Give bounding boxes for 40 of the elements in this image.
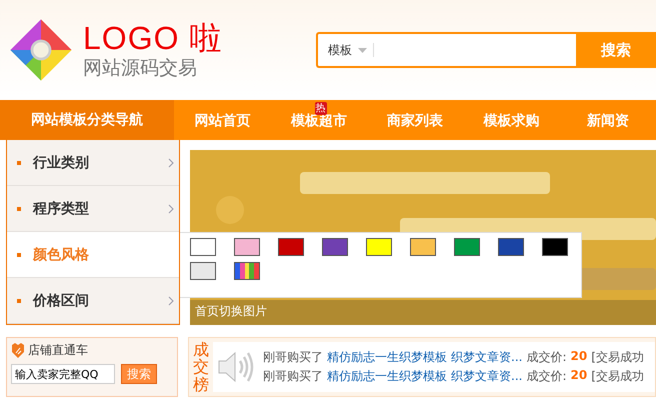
deals-title: 成交榜 (193, 340, 209, 394)
caret-icon (358, 48, 367, 52)
color-swatch[interactable] (542, 238, 568, 256)
price-label: 成交价: (526, 368, 566, 385)
chevron-icon (168, 158, 174, 168)
color-swatch[interactable] (454, 238, 480, 256)
qq-input-field[interactable]: 输入卖家完整QQ (11, 364, 115, 384)
category-nav-title: 网站模板分类导航 (0, 100, 174, 140)
logo-subtitle: 网站源码交易 (83, 56, 198, 80)
color-swatch[interactable] (234, 238, 260, 256)
search-field[interactable]: 模板 (316, 32, 576, 68)
banner-caption: 首页切换图片 (195, 303, 267, 320)
item-link[interactable]: 精仿励志一生织梦模板 (327, 368, 447, 385)
price-label: 成交价: (526, 349, 566, 366)
status-text: [交易成功 (591, 349, 644, 366)
price-value: 20 (570, 368, 588, 384)
category-dropdown[interactable]: 模板 (328, 42, 367, 58)
color-swatch[interactable] (190, 238, 216, 256)
category-link[interactable]: 织梦文章资... (451, 349, 522, 366)
category-link[interactable]: 织梦文章资... (451, 368, 522, 385)
multicolor-swatch[interactable] (234, 262, 260, 280)
color-swatch[interactable] (498, 238, 524, 256)
color-swatch[interactable] (410, 238, 436, 256)
status-text: [交易成功 (591, 368, 644, 385)
shield-icon (11, 343, 25, 358)
color-swatch[interactable] (278, 238, 304, 256)
logo-title: LOGO 啦 (83, 20, 222, 56)
shop-title: 店铺直通车 (28, 342, 88, 359)
sidebar-item[interactable]: 行业类别 (7, 140, 179, 186)
price-value: 20 (570, 349, 588, 365)
chevron-icon (168, 204, 174, 214)
item-link[interactable]: 精仿励志一生织梦模板 (327, 349, 447, 366)
hot-badge: 热 (314, 102, 327, 115)
color-swatch[interactable] (366, 238, 392, 256)
buyer-text: 刚哥购买了 (263, 349, 323, 366)
buyer-text: 刚哥购买了 (263, 368, 323, 385)
chevron-icon (168, 296, 174, 306)
color-swatch[interactable] (322, 238, 348, 256)
color-swatch[interactable] (190, 262, 216, 280)
sidebar-item[interactable]: 价格区间 (7, 278, 179, 324)
